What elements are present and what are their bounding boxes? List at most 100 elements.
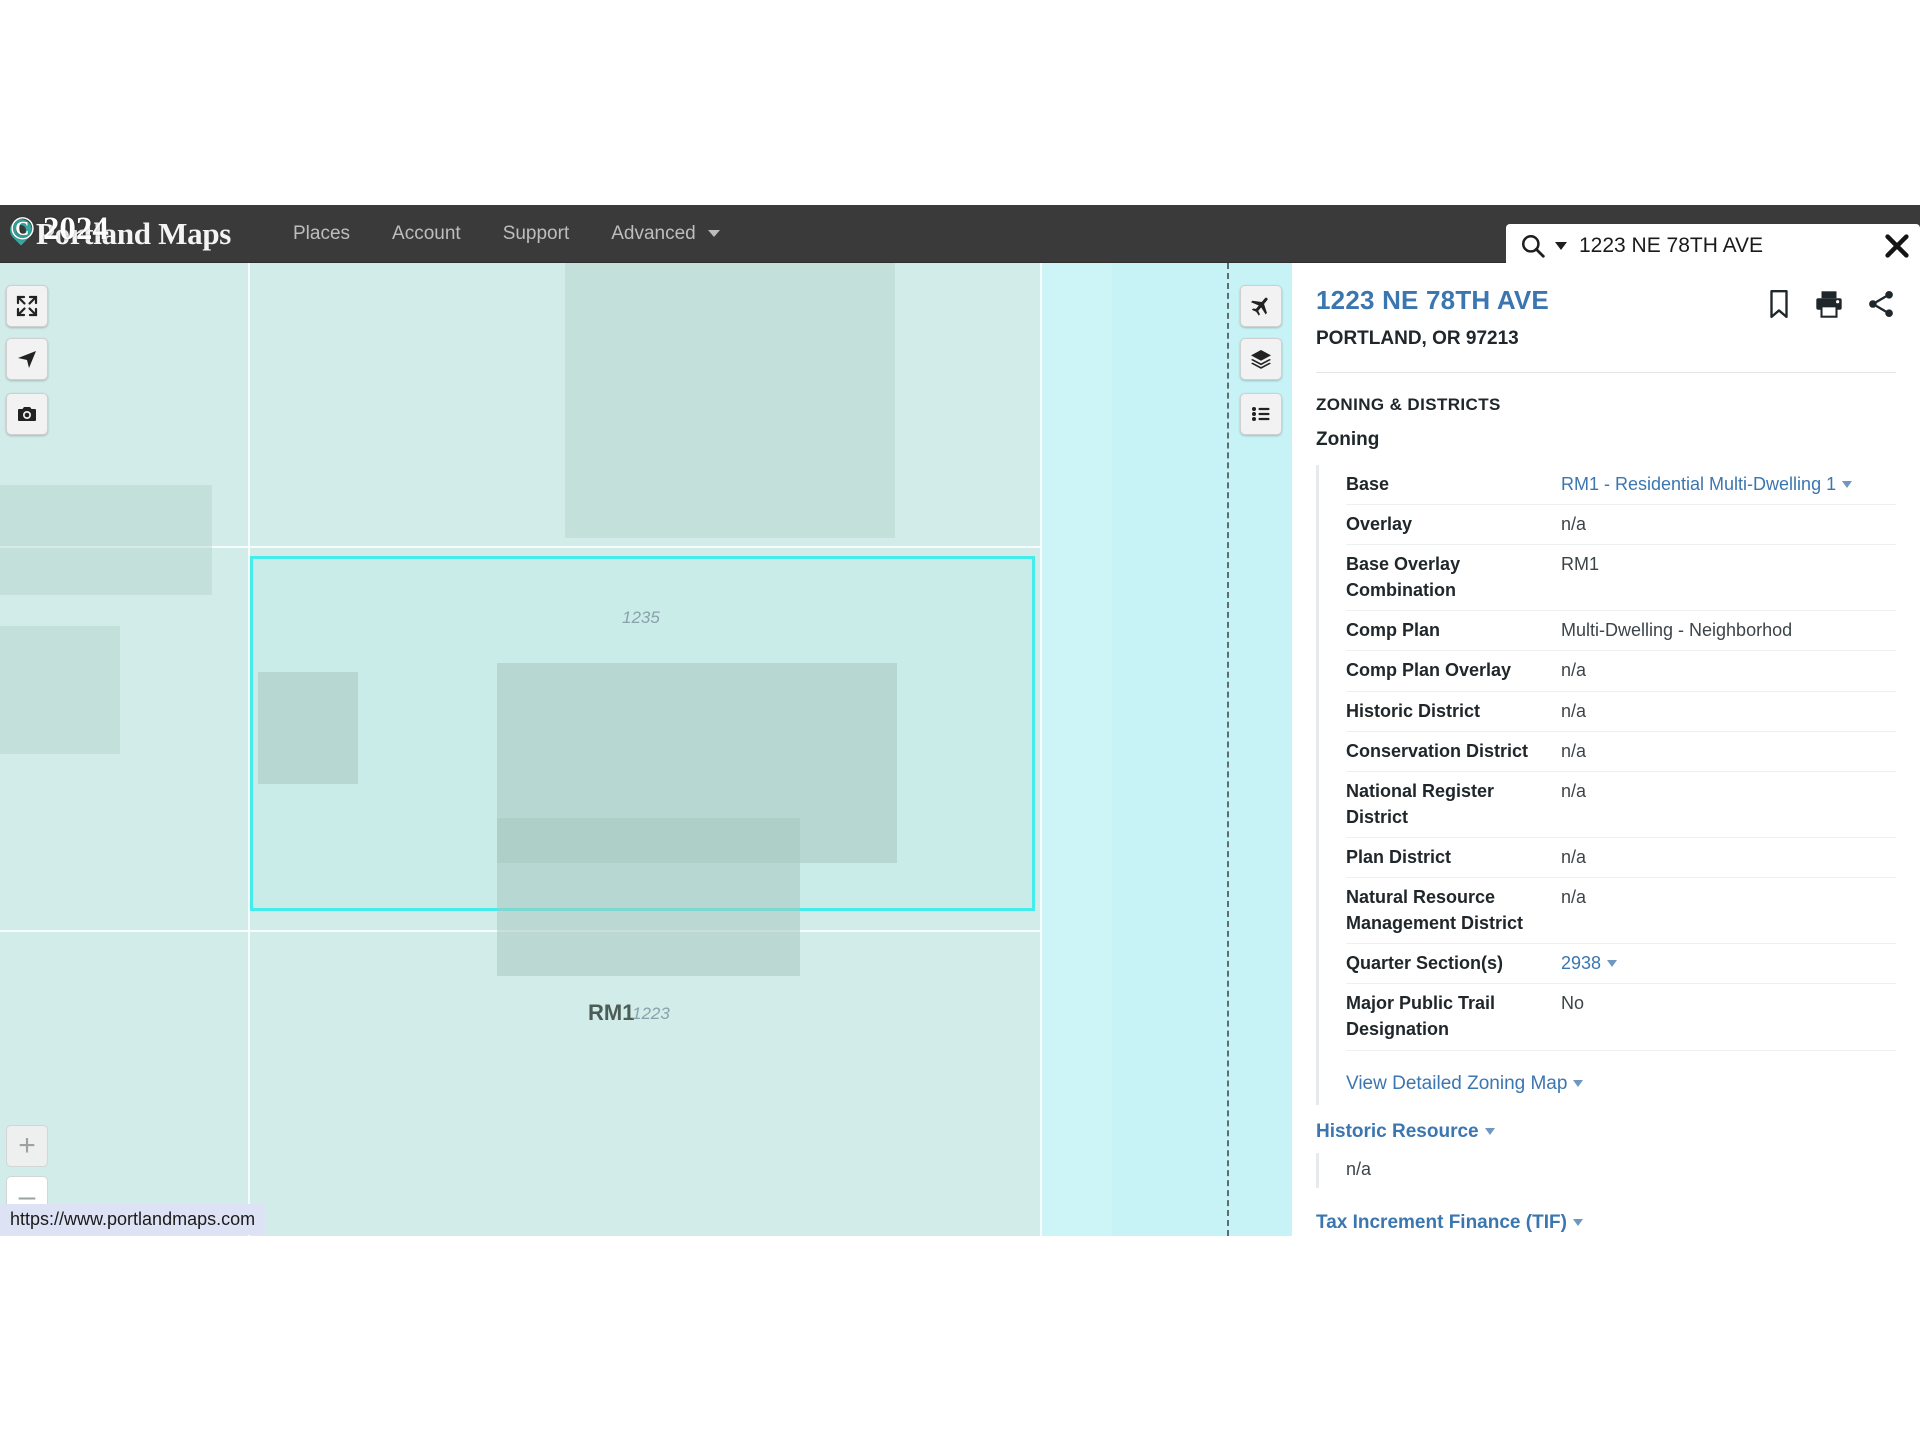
row-label: Major Public Trail Designation	[1346, 993, 1496, 1040]
airplane-icon	[1251, 297, 1268, 316]
row-value: n/a	[1561, 887, 1587, 908]
zoom-in-button[interactable]: +	[6, 1125, 48, 1167]
subsection-heading-zoning: Zoning	[1316, 429, 1380, 450]
chevron-down-icon[interactable]	[1572, 1218, 1583, 1226]
accordion-tif-label: Tax Increment Finance (TIF)	[1316, 1211, 1567, 1233]
map-block-line	[1040, 263, 1042, 1236]
print-icon	[1816, 291, 1842, 318]
row-value: n/a	[1561, 660, 1587, 681]
row-label: Plan District	[1346, 846, 1452, 867]
clear-search-button[interactable]	[1880, 229, 1914, 263]
row-value: n/a	[1561, 700, 1587, 721]
row-label: Historic District	[1346, 700, 1481, 721]
map-canvas[interactable]: 1235 RM1 1223 1215 NE 78th Ave	[0, 263, 1292, 1236]
row-label: Conservation District	[1346, 740, 1529, 761]
divider	[1316, 372, 1896, 373]
map-building	[497, 818, 800, 976]
street-view-button[interactable]	[6, 393, 48, 435]
nav-item-places[interactable]: Places	[272, 205, 371, 263]
legend-list-icon	[1252, 407, 1270, 421]
row-label: Base	[1346, 474, 1390, 494]
row-value: RM1	[1561, 554, 1600, 575]
table-row: Base RM1 - Residential Multi-Dwelling 1	[1346, 465, 1896, 506]
layers-button[interactable]	[1240, 338, 1282, 380]
row-label: Natural Resource Management District	[1346, 887, 1524, 934]
status-bar-url: https://www.portlandmaps.com	[10, 1209, 256, 1229]
share-icon	[1869, 290, 1893, 318]
table-row: Natural Resource Management District n/a	[1346, 878, 1896, 945]
historic-resource-value: n/a	[1316, 1152, 1896, 1188]
chevron-down-icon[interactable]	[1484, 1127, 1495, 1135]
table-row: Plan District n/a	[1346, 838, 1896, 879]
chevron-down-icon[interactable]	[1842, 481, 1853, 488]
row-value[interactable]: RM1 - Residential Multi-Dwelling 1	[1561, 471, 1853, 497]
panel-header: 1223 NE 78TH AVE PORTLAND, OR 97213	[1316, 263, 1896, 350]
nav-item-support-label: Support	[502, 222, 570, 244]
row-value: n/a	[1561, 846, 1587, 867]
map-parcel[interactable]	[565, 263, 895, 538]
accordion-historic-resource-label: Historic Resource	[1316, 1120, 1479, 1142]
accordion-historic-resource[interactable]: Historic Resource	[1316, 1121, 1896, 1143]
locate-button[interactable]	[6, 338, 48, 380]
property-details-panel: 1223 NE 78TH AVE PORTLAND, OR 97213 ZONI…	[1292, 263, 1920, 1236]
row-label: Comp Plan	[1346, 620, 1441, 641]
nav-item-account[interactable]: Account	[371, 205, 482, 263]
row-value: n/a	[1561, 740, 1587, 761]
camera-icon	[18, 407, 36, 421]
row-value[interactable]: 2938	[1561, 950, 1618, 976]
fullscreen-button[interactable]	[6, 285, 48, 327]
nav-item-account-label: Account	[392, 222, 461, 244]
page-title: 1223 NE 78TH AVE	[1316, 285, 1549, 315]
bookmark-button[interactable]	[1766, 289, 1792, 324]
search-bar[interactable]: 1223 NE 78TH AVE	[1506, 224, 1920, 268]
nav-item-support[interactable]: Support	[482, 205, 591, 263]
nav-item-places-label: Places	[293, 222, 351, 244]
search-input[interactable]: 1223 NE 78TH AVE	[1579, 234, 1880, 258]
nav-links: Places Account Support Advanced	[272, 205, 741, 263]
table-row: National Register District n/a	[1346, 772, 1896, 838]
section-heading-zoning-districts: ZONING & DISTRICTS	[1316, 395, 1501, 414]
table-row: Major Public Trail Designation No	[1346, 984, 1896, 1051]
map-parcel[interactable]	[0, 626, 120, 754]
view-detailed-zoning-map-link[interactable]: View Detailed Zoning Map	[1346, 1073, 1584, 1094]
table-row: Base Overlay Combination RM1	[1346, 545, 1896, 612]
row-value: n/a	[1561, 514, 1587, 535]
row-value: n/a	[1561, 780, 1587, 801]
row-value: Multi-Dwelling - Neighborhod	[1561, 620, 1793, 641]
fullscreen-icon	[16, 295, 38, 317]
row-label: National Register District	[1346, 780, 1495, 827]
share-button[interactable]	[1866, 289, 1896, 324]
detailed-zoning-map-row: View Detailed Zoning Map	[1346, 1051, 1896, 1105]
table-row: Quarter Section(s) 2938	[1346, 944, 1896, 985]
chevron-down-icon[interactable]	[1607, 960, 1618, 968]
map-parcel[interactable]	[0, 485, 212, 595]
search-type-chevron-down-icon[interactable]	[1555, 242, 1567, 250]
street-centerline	[1227, 263, 1229, 1236]
layers-icon	[1251, 350, 1271, 369]
accordion-tax-increment-finance[interactable]: Tax Increment Finance (TIF)	[1316, 1212, 1896, 1234]
panel-actions	[1766, 285, 1896, 324]
nav-item-advanced[interactable]: Advanced	[590, 205, 741, 263]
page-root: Portland Maps © 2024 Places Account Supp…	[0, 0, 1920, 1440]
close-icon	[1885, 234, 1909, 258]
chevron-down-icon	[708, 229, 721, 237]
panel-subtitle: PORTLAND, OR 97213	[1316, 328, 1519, 349]
aerial-view-button[interactable]	[1240, 285, 1282, 327]
row-value: No	[1561, 993, 1585, 1014]
row-value-text: RM1 - Residential Multi-Dwelling 1	[1561, 474, 1837, 494]
table-row: Comp Plan Overlay n/a	[1346, 651, 1896, 692]
status-bar: https://www.portlandmaps.com	[0, 1204, 266, 1235]
locate-icon	[18, 351, 36, 368]
bookmark-icon	[1770, 289, 1788, 319]
row-label: Overlay	[1346, 514, 1413, 535]
print-button[interactable]	[1814, 289, 1844, 324]
chevron-down-icon[interactable]	[1573, 1079, 1584, 1087]
legend-button[interactable]	[1240, 393, 1282, 435]
brand-logo[interactable]: Portland Maps © 2024	[5, 205, 248, 263]
brand-name: Portland Maps	[36, 215, 232, 251]
map-pin-icon	[5, 213, 37, 251]
table-row: Comp Plan Multi-Dwelling - Neighborhod	[1346, 611, 1896, 652]
search-icon	[1522, 235, 1545, 258]
table-row: Overlay n/a	[1346, 505, 1896, 546]
map-address-label: 1235	[622, 608, 660, 627]
